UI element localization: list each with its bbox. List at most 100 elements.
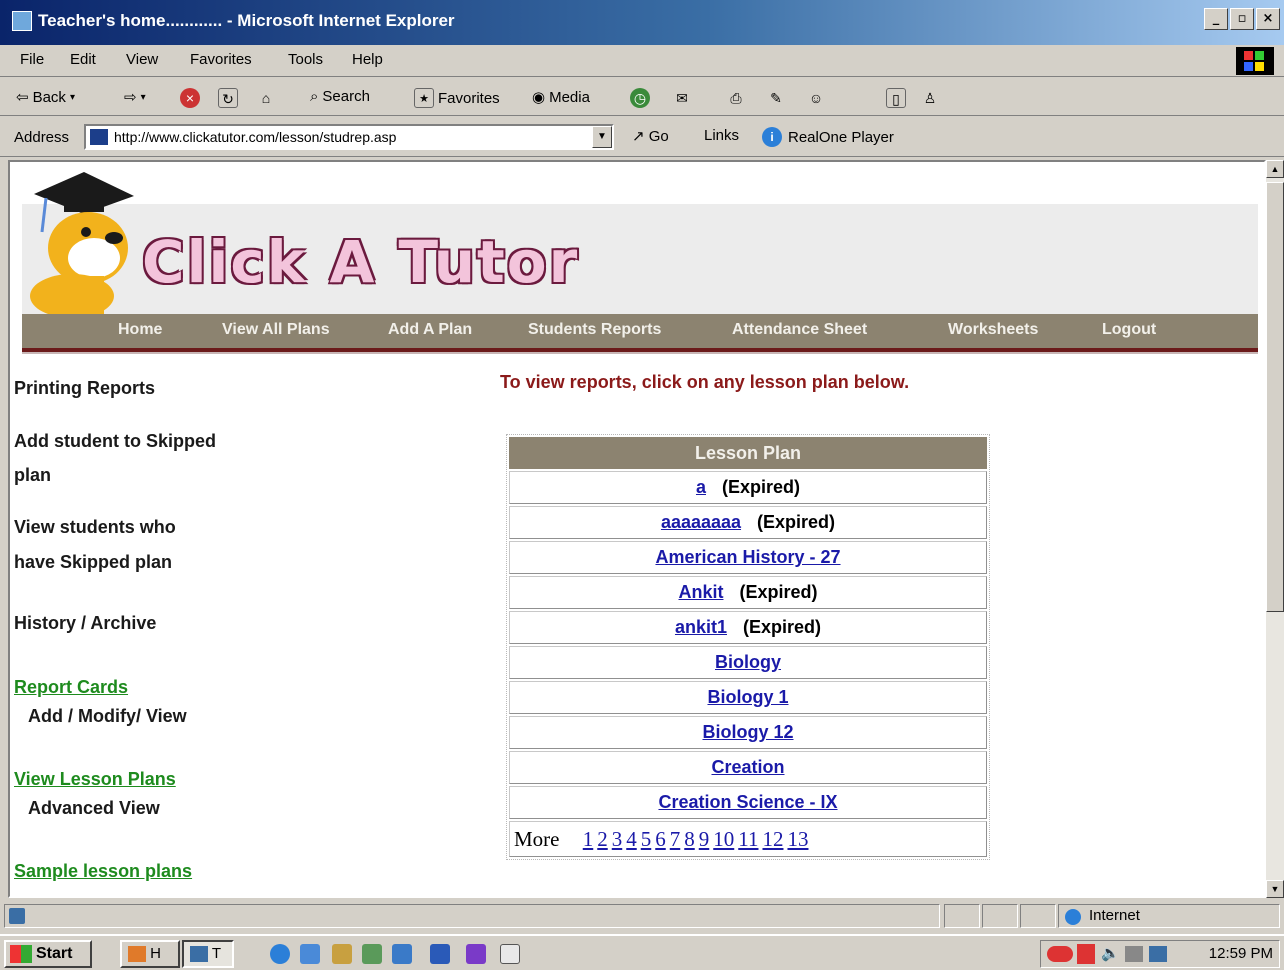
tray-app-icon[interactable] — [1125, 946, 1143, 962]
taskbar-task-t[interactable]: T — [182, 940, 234, 968]
tray-app-icon[interactable] — [1047, 946, 1073, 962]
research-button[interactable]: ▯ — [886, 88, 906, 108]
sidebar-view-skipped-line2[interactable]: have Skipped plan — [14, 545, 172, 579]
page-link[interactable]: 9 — [699, 827, 710, 851]
nav-attendance-sheet[interactable]: Attendance Sheet — [732, 321, 867, 339]
lesson-plan-link[interactable]: Biology 1 — [707, 687, 788, 707]
page-viewport[interactable]: Click A Tutor Home View All Plans Add A … — [8, 160, 1266, 898]
stop-button[interactable]: × — [180, 88, 200, 108]
page-link[interactable]: 5 — [641, 827, 652, 851]
page-link[interactable]: 1 — [583, 827, 594, 851]
lesson-plan-link[interactable]: American History - 27 — [655, 547, 840, 567]
ie-app-icon[interactable] — [12, 11, 32, 31]
nav-logout[interactable]: Logout — [1102, 321, 1156, 339]
page-link[interactable]: 7 — [670, 827, 681, 851]
search-button[interactable]: ⌕ Search — [310, 88, 370, 105]
menu-help[interactable]: Help — [352, 51, 383, 68]
menu-tools[interactable]: Tools — [288, 51, 323, 68]
quicklaunch-app-icon[interactable] — [362, 944, 382, 964]
menu-file[interactable]: File — [20, 51, 44, 68]
vertical-scrollbar[interactable]: ▲ ▼ — [1266, 160, 1284, 898]
quicklaunch-app-icon[interactable] — [430, 944, 450, 964]
tray-mail-icon[interactable] — [1077, 944, 1095, 964]
media-button[interactable]: ◉ Media — [532, 88, 590, 107]
url-input[interactable] — [114, 127, 584, 147]
scroll-thumb[interactable] — [1266, 182, 1284, 612]
maximize-button[interactable]: ▫ — [1230, 8, 1254, 30]
tray-network-icon[interactable] — [1149, 946, 1167, 962]
sidebar-advanced-view[interactable]: Advanced View — [28, 791, 160, 825]
go-button[interactable]: ↗ Go — [632, 127, 669, 145]
lesson-plan-link[interactable]: aaaaaaaa — [661, 512, 741, 532]
sidebar-add-skipped-line2[interactable]: plan — [14, 458, 51, 492]
lesson-plan-link[interactable]: Biology 12 — [702, 722, 793, 742]
sidebar-printing-reports[interactable]: Printing Reports — [14, 371, 155, 405]
page-link[interactable]: 6 — [655, 827, 666, 851]
user-button[interactable]: ♙ — [920, 88, 940, 108]
lesson-plan-link[interactable]: Creation — [711, 757, 784, 777]
history-button[interactable]: ◷ — [630, 88, 650, 108]
page-favicon-icon — [90, 129, 108, 145]
realone-player-link[interactable]: i RealOne Player — [762, 127, 894, 147]
nav-home[interactable]: Home — [118, 321, 162, 339]
page-link[interactable]: 13 — [787, 827, 808, 851]
page-link[interactable]: 2 — [597, 827, 608, 851]
sidebar-sample-lesson-plans[interactable]: Sample lesson plans — [14, 854, 192, 888]
menu-edit[interactable]: Edit — [70, 51, 96, 68]
messenger-button[interactable]: ☺ — [806, 88, 826, 108]
nav-view-all-plans[interactable]: View All Plans — [222, 321, 330, 339]
sidebar-view-skipped-line1[interactable]: View students who — [14, 510, 176, 544]
edit-button[interactable]: ✎ — [766, 88, 786, 108]
refresh-button[interactable]: ↻ — [218, 88, 238, 108]
back-button[interactable]: ⇦ Back ▾ — [16, 88, 75, 107]
scroll-down-button[interactable]: ▼ — [1266, 880, 1284, 898]
minimize-button[interactable]: _ — [1204, 8, 1228, 30]
address-field[interactable]: ▼ — [84, 124, 614, 150]
lesson-plan-link[interactable]: ankit1 — [675, 617, 727, 637]
system-clock[interactable]: 12:59 PM — [1209, 945, 1273, 962]
nav-add-a-plan[interactable]: Add A Plan — [388, 321, 472, 339]
menu-favorites[interactable]: Favorites — [190, 51, 252, 68]
refresh-icon: ↻ — [218, 88, 238, 108]
window-title-bar[interactable]: Teacher's home............ - Microsoft I… — [0, 0, 1284, 45]
site-logo-text[interactable]: Click A Tutor — [142, 228, 579, 296]
menu-view[interactable]: View — [126, 51, 158, 68]
page-link[interactable]: 3 — [612, 827, 623, 851]
sidebar-report-cards-sub[interactable]: Add / Modify/ View — [28, 699, 187, 733]
sidebar-history-archive[interactable]: History / Archive — [14, 606, 156, 640]
sidebar-add-skipped-line1[interactable]: Add student to Skipped — [14, 424, 216, 458]
print-button[interactable]: ⎙ — [726, 88, 746, 108]
table-row: a (Expired) — [509, 471, 987, 504]
sample-lesson-plans-link[interactable]: Sample lesson plans — [14, 861, 192, 881]
volume-icon[interactable]: 🔈 — [1101, 944, 1120, 962]
quicklaunch-desktop-icon[interactable] — [300, 944, 320, 964]
lesson-plan-link[interactable]: Biology — [715, 652, 781, 672]
nav-worksheets[interactable]: Worksheets — [948, 321, 1038, 339]
quicklaunch-app-icon[interactable] — [466, 944, 486, 964]
start-button[interactable]: Start — [4, 940, 92, 968]
forward-button[interactable]: ⇨ ▾ — [124, 88, 146, 106]
page-link[interactable]: 10 — [713, 827, 734, 851]
quicklaunch-ie-icon[interactable] — [270, 944, 290, 964]
quicklaunch-app-icon[interactable] — [332, 944, 352, 964]
lesson-plan-link[interactable]: a — [696, 477, 706, 497]
address-dropdown-button[interactable]: ▼ — [592, 126, 612, 148]
scroll-up-button[interactable]: ▲ — [1266, 160, 1284, 178]
mail-button[interactable]: ✉ — [672, 88, 692, 108]
page-link[interactable]: 12 — [762, 827, 783, 851]
nav-students-reports[interactable]: Students Reports — [528, 321, 661, 339]
lesson-plan-link[interactable]: Ankit — [678, 582, 723, 602]
view-lesson-plans-link[interactable]: View Lesson Plans — [14, 769, 176, 789]
quicklaunch-app-icon[interactable] — [500, 944, 520, 964]
lesson-plan-link[interactable]: Creation Science - IX — [658, 792, 837, 812]
page-link[interactable]: 4 — [626, 827, 637, 851]
links-button[interactable]: Links — [704, 127, 739, 144]
favorites-button[interactable]: ★ Favorites — [414, 88, 500, 108]
home-button[interactable]: ⌂ — [256, 88, 276, 108]
report-cards-link[interactable]: Report Cards — [14, 677, 128, 697]
close-button[interactable]: × — [1256, 8, 1280, 30]
page-link[interactable]: 8 — [684, 827, 695, 851]
page-link[interactable]: 11 — [738, 827, 758, 851]
taskbar-task-h[interactable]: H — [120, 940, 180, 968]
quicklaunch-app-icon[interactable] — [392, 944, 412, 964]
